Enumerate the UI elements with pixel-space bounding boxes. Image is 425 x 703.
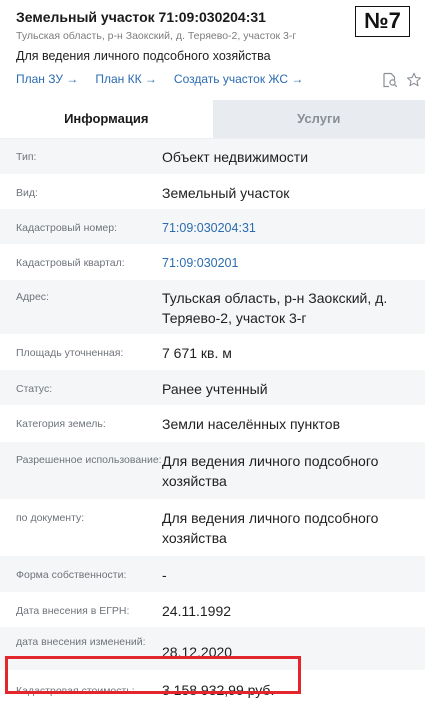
row-label: Кадастровая стоимость: [16, 685, 135, 697]
row-label: Кадастровый квартал: [16, 257, 125, 269]
plan-kk-link[interactable]: План КК → [95, 72, 157, 87]
row-label: Адрес: [16, 291, 49, 303]
info-row-ownership: Форма собственности: - [0, 556, 425, 592]
row-label: Тип: [16, 151, 37, 163]
tab-services[interactable]: Услуги [212, 100, 425, 138]
cadastral-quarter-link[interactable]: 71:09:030201 [162, 253, 415, 280]
tab-info[interactable]: Информация [0, 100, 213, 138]
object-purpose: Для ведения личного подсобного хозяйства [16, 49, 271, 63]
row-value: Тульская область, р-н Заокский, д. Теряе… [162, 290, 388, 326]
info-row-land-category: Категория земель: Земли населённых пункт… [0, 405, 425, 442]
row-label: дата внесения изменений: [16, 636, 146, 648]
info-row-cadastral-number: Кадастровый номер: 71:09:030204:31 [0, 209, 425, 244]
row-value: Объект недвижимости [162, 149, 309, 165]
row-value: Ранее учтенный [162, 381, 268, 397]
info-row-type: Тип: Объект недвижимости [0, 139, 425, 174]
row-label: Площадь уточненная: [16, 347, 124, 359]
info-row-permitted-use: Разрешенное использование: Для ведения л… [0, 442, 425, 499]
info-row-address: Адрес: Тульская область, р-н Заокский, д… [0, 280, 425, 334]
info-row-cadastral-quarter: Кадастровый квартал: 71:09:030201 [0, 244, 425, 280]
row-label: Форма собственности: [16, 569, 127, 581]
row-label: Вид: [16, 187, 38, 199]
star-icon[interactable] [406, 72, 422, 88]
info-row-kind: Вид: Земельный участок [0, 174, 425, 209]
cadastral-number-link[interactable]: 71:09:030204:31 [162, 218, 415, 244]
row-value: 7 671 кв. м [162, 345, 232, 361]
row-value: Земельный участок [162, 185, 290, 201]
info-row-by-document: по документу: Для ведения личного подсоб… [0, 499, 425, 556]
info-row-egrn-date: Дата внесения в ЕГРН: 24.11.1992 [0, 592, 425, 627]
info-row-status: Статус: Ранее учтенный [0, 370, 425, 405]
row-label: Категория земель: [16, 418, 106, 430]
row-label: Кадастровый номер: [16, 222, 118, 234]
info-row-area: Площадь уточненная: 7 671 кв. м [0, 334, 425, 370]
info-row-cadastral-value: Кадастровая стоимость: 3 158 932,99 руб. [0, 670, 425, 703]
tool-icons [382, 72, 422, 88]
create-parcel-link[interactable]: Создать участок ЖС → [174, 72, 303, 87]
row-value: 28.12.2020 [162, 644, 233, 660]
info-table: Тип: Объект недвижимости Вид: Земельный … [0, 138, 425, 703]
plan-links: План ЗУ → План КК → Создать участок ЖС → [16, 72, 425, 87]
cadastral-value: 3 158 932,99 руб. [162, 682, 275, 698]
row-label: Статус: [16, 383, 53, 395]
row-value: 24.11.1992 [162, 603, 232, 619]
row-label: по документу: [16, 512, 85, 524]
row-label: Дата внесения в ЕГРН: [16, 605, 130, 617]
number-badge: №7 [355, 6, 410, 37]
plan-zu-link[interactable]: План ЗУ → [16, 72, 78, 87]
tabs: Информация Услуги [0, 100, 425, 138]
row-value: Земли населённых пунктов [162, 416, 341, 432]
row-value: - [162, 567, 167, 583]
row-label: Разрешенное использование: [16, 454, 162, 466]
row-value: Для ведения личного подсобного хозяйства [162, 510, 379, 546]
search-document-icon[interactable] [382, 72, 398, 88]
row-value: Для ведения личного подсобного хозяйства [162, 453, 379, 489]
info-row-changes-date: дата внесения изменений: 28.12.2020 [0, 627, 425, 670]
